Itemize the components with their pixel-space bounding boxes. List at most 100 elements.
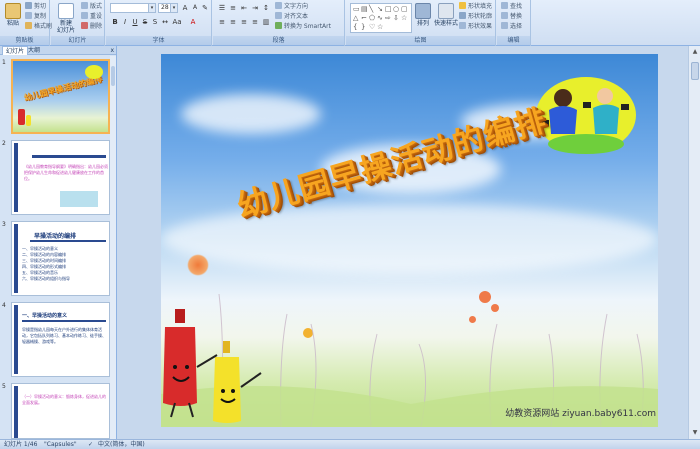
triangle-icon[interactable]: △ [353,15,358,22]
chevron-down-icon[interactable]: ▾ [170,4,177,12]
shape-outline-button[interactable]: 形状轮廓 [459,12,492,21]
justify-icon[interactable]: ≡ [250,17,260,27]
new-slide-button[interactable]: 新建 幻灯片 [55,2,77,34]
slide-counter: 幻灯片 1/46 [4,441,38,448]
underline-icon[interactable]: U [130,17,140,27]
columns-icon[interactable]: ▥ [261,17,271,27]
strikethrough-icon[interactable]: S [140,17,150,27]
align-text-button[interactable]: 对齐文本 [275,12,308,21]
clipboard-group-label: 剪贴板 [0,36,49,45]
smartart-button[interactable]: 转换为 SmartArt [275,22,331,31]
italic-icon[interactable]: I [120,17,130,27]
clear-format-icon[interactable]: ✎ [200,3,210,13]
text-box-icon[interactable]: ▤ [361,6,368,13]
delete-icon [81,22,88,29]
font-color-icon[interactable]: A [188,17,198,27]
drawing-group: ▭ ▤ ╲ ↘ □ ○ ▢ △ ⌐ ⬠ ∿ ⇨ ⇩ ☆ { } ♡ ☆ 排列 快… [346,0,496,46]
font-group: ▾ 28 ▾ A A ✎ B I U S S ↔ Aa A 字体 [106,0,212,46]
scroll-down-icon[interactable]: ▼ [691,429,699,437]
numbering-icon[interactable]: ≡ [228,3,238,13]
spellcheck-icon[interactable]: ✓ [88,440,93,449]
editing-group-label: 编辑 [497,36,530,45]
curve-icon[interactable]: ∿ [377,15,383,22]
slide-editor: 幼儿园早操活动的编排 幼教资源网站 ziyuan.baby611.com ▲ ▼ [118,46,700,439]
format-painter-button[interactable]: 格式刷 [25,22,52,31]
chevron-down-icon[interactable]: ▾ [148,4,155,12]
text-direction-button[interactable]: 文字方向 [275,2,308,11]
binoculars-icon [501,2,508,9]
status-bar: 幻灯片 1/46 "Capsules" ✓ 中文(简体，中国) [0,439,700,449]
scroll-thumb[interactable] [691,62,699,80]
shrink-font-icon[interactable]: A [190,3,200,13]
thumb-text: 《幼儿园教育指导纲要》明确指出：幼儿园必须把保护幼儿生命和促进幼儿健康放在工作的… [24,164,108,181]
align-center-icon[interactable]: ≡ [228,17,238,27]
down-arrow-icon[interactable]: ⇩ [393,15,399,22]
arrange-button[interactable]: 排列 [414,2,432,34]
effects-icon [459,22,466,29]
reset-icon [81,12,88,19]
slide-number: 1 [2,59,6,66]
delete-slide-button[interactable]: 删除 [81,22,102,31]
paragraph-group: ☰ ≡ ⇤ ⇥ ↕ ≡ ≡ ≡ ≡ ▥ 文字方向 对齐文本 转换为 SmartA… [213,0,345,46]
thumb-title: 早操活动的编排 [34,233,77,240]
quick-styles-button[interactable]: 快速样式 [434,2,458,34]
slide-canvas[interactable]: 幼儿园早操活动的编排 幼教资源网站 ziyuan.baby611.com [161,54,658,427]
shape-fill-button[interactable]: 形状填充 [459,2,492,11]
reset-button[interactable]: 重设 [81,12,102,21]
paste-button[interactable]: 粘贴 [2,2,24,34]
arrange-icon [415,3,431,19]
editor-scrollbar[interactable]: ▲ ▼ [688,46,700,439]
rectangle-icon[interactable]: ▭ [353,6,360,13]
thumbnail-frame: 幼儿园早操活动的编排 [11,59,110,134]
cursor-icon [501,22,508,29]
brace-left-icon[interactable]: { [353,24,357,31]
find-button[interactable]: 查找 [501,2,522,11]
grow-font-icon[interactable]: A [180,3,190,13]
scroll-thumb[interactable] [111,66,115,86]
brace-right-icon[interactable]: } [361,24,365,31]
close-icon[interactable]: x [110,46,114,55]
scroll-up-icon[interactable]: ▲ [691,48,699,56]
copy-button[interactable]: 复制 [25,12,46,21]
heart-icon[interactable]: ♡ [369,24,375,31]
smartart-icon [275,22,282,29]
layout-button[interactable]: 版式 [81,2,102,11]
shapes-gallery[interactable]: ▭ ▤ ╲ ↘ □ ○ ▢ △ ⌐ ⬠ ∿ ⇨ ⇩ ☆ { } ♡ ☆ [350,3,412,33]
bold-icon[interactable]: B [110,17,120,27]
shadow-icon[interactable]: S [150,17,160,27]
slides-group-label: 幻灯片 [51,36,104,45]
bullets-icon[interactable]: ☰ [217,3,227,13]
slide-number: 5 [2,383,6,390]
align-right-icon[interactable]: ≡ [239,17,249,27]
panel-tabs: 幻灯片 大纲 x [0,46,116,55]
star-shape-icon[interactable]: ☆ [377,24,383,31]
replace-button[interactable]: 替换 [501,12,522,21]
increase-indent-icon[interactable]: ⇥ [250,3,260,13]
decrease-indent-icon[interactable]: ⇤ [239,3,249,13]
line-icon[interactable]: ╲ [369,6,373,13]
tab-outline[interactable]: 大纲 [25,46,43,55]
spacing-icon[interactable]: ↔ [160,17,170,27]
change-case-icon[interactable]: Aa [172,17,182,27]
panel-scrollbar[interactable] [110,56,116,439]
align-left-icon[interactable]: ≡ [217,17,227,27]
arrow-icon[interactable]: ↘ [377,6,383,13]
oval-icon[interactable]: ○ [393,6,399,13]
language-indicator[interactable]: 中文(简体，中国) [98,440,145,449]
select-button[interactable]: 选择 [501,22,522,31]
slides-panel: 幻灯片 大纲 x 1 幼儿园早操活动的编排 2 《幼儿园教育指导纲要》明确指出：… [0,46,117,439]
rounded-rect-icon[interactable]: ▢ [401,6,408,13]
cut-button[interactable]: 剪切 [25,2,46,11]
shape-effects-button[interactable]: 形状效果 [459,22,492,31]
clipboard-group: 粘贴 剪切 复制 格式刷 剪贴板 [0,0,52,46]
font-name-combo[interactable]: ▾ [110,3,156,13]
rect-icon[interactable]: □ [385,6,392,13]
line-spacing-icon[interactable]: ↕ [261,3,271,13]
pentagon-icon[interactable]: ⬠ [369,15,375,22]
font-size-combo[interactable]: 28 ▾ [158,3,178,13]
right-arrow-icon[interactable]: ⇨ [385,15,391,22]
paste-icon [5,3,21,19]
star-icon[interactable]: ☆ [401,15,407,22]
bracket-icon[interactable]: ⌐ [361,15,367,22]
red-bottle-image [18,109,25,125]
